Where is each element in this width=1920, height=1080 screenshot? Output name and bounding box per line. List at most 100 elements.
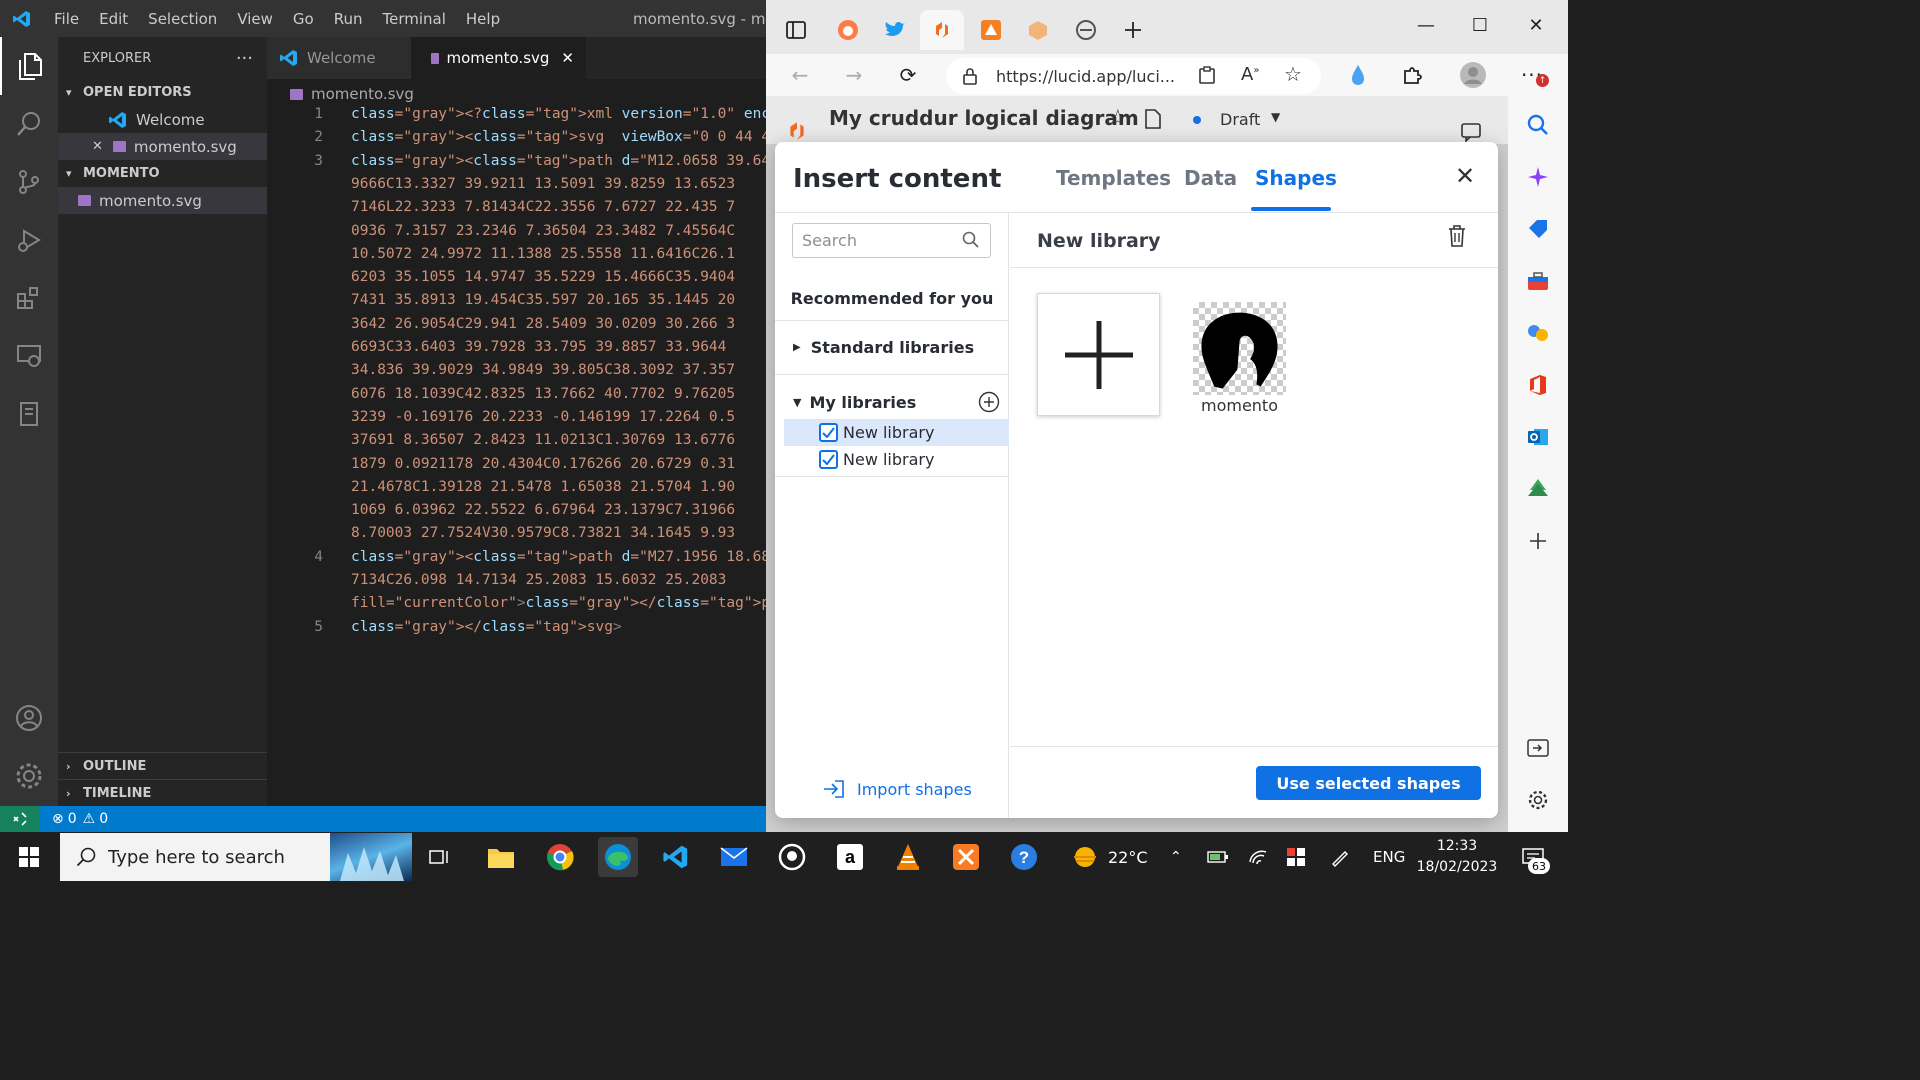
code-line[interactable]: 21.4678C1.39128 21.5478 1.65038 21.5704 … [267,479,735,502]
minimize-icon[interactable]: — [1406,12,1446,38]
code-line[interactable]: 1 class="gray"><?class="tag">xml version=… [267,106,766,129]
office-icon[interactable] [1508,365,1568,405]
vscode-taskbar-icon[interactable] [656,837,696,877]
outlook-icon[interactable] [1508,417,1568,457]
amazon-icon[interactable]: a [830,837,870,877]
extensions-icon[interactable] [0,269,58,327]
trash-icon[interactable] [1448,225,1466,251]
pen-icon[interactable] [1320,837,1360,877]
task-view-icon[interactable] [420,837,460,877]
shape-tile-momento[interactable] [1193,302,1286,395]
windows-start-icon[interactable] [0,832,58,882]
standard-libraries-row[interactable]: ▶ Standard libraries [775,321,1009,375]
back-icon[interactable]: ← [784,60,816,90]
add-favorite-icon[interactable]: ☆ [1284,62,1302,86]
taskbar-search-box[interactable]: Type here to search [60,833,412,881]
code-line[interactable]: 1879 0.0921178 20.4304C0.176266 20.6729 … [267,456,735,479]
help-icon[interactable]: ? [1004,837,1044,877]
maximize-icon[interactable]: ☐ [1460,12,1500,38]
show-hidden-icons[interactable]: ⌃ [1170,832,1182,882]
reddit-tab-icon[interactable] [826,10,870,50]
tag-icon[interactable] [1508,209,1568,249]
battery-icon[interactable] [1198,837,1238,877]
code-line[interactable]: 5 class="gray"></class="tag">svg> [267,619,621,642]
address-bar[interactable]: https://lucid.app/luci... A» ☆ [946,58,1321,94]
document-icon[interactable] [0,385,58,443]
chevron-down-icon[interactable]: ▼ [1271,110,1280,124]
menu-help[interactable]: Help [456,10,510,28]
remote-explorer-icon[interactable] [0,327,58,385]
vlc-icon[interactable] [888,837,928,877]
search-icon[interactable] [962,231,980,253]
menu-edit[interactable]: Edit [89,10,138,28]
remote-indicator-icon[interactable] [0,806,40,832]
code-line[interactable]: 8.70003 27.7524V30.9579C8.73821 34.1645 … [267,525,735,548]
document-title[interactable]: My cruddur logical diagram [829,106,1139,130]
sparkle-icon[interactable] [1508,157,1568,197]
notifications-icon[interactable]: 63 [1514,837,1554,877]
close-icon[interactable]: ✕ [1451,162,1479,190]
error-count[interactable]: 0 [68,811,77,827]
add-library-icon[interactable] [978,391,1000,417]
extensions-puzzle-icon[interactable] [1397,60,1429,90]
chrome-icon[interactable] [540,837,580,877]
code-line[interactable]: fill="currentColor">class="gray"></class… [267,595,766,618]
timeline-section[interactable]: › TIMELINE [58,779,267,806]
code-line[interactable]: 6203 35.1055 14.9747 35.5229 15.4666C35.… [267,269,735,292]
clipboard-icon[interactable] [1199,66,1215,88]
code-line[interactable]: 37691 8.36507 2.8423 11.0213C1.30769 13.… [267,432,735,455]
code-line[interactable]: 7146L22.3233 7.81434C22.3556 7.6727 22.4… [267,199,735,222]
edge-icon[interactable] [598,837,638,877]
new-tab-icon[interactable] [1111,10,1155,50]
games-icon[interactable] [1508,313,1568,353]
library-title[interactable]: New library [1037,230,1161,252]
more-actions-icon[interactable]: ··· [236,48,253,69]
open-editors-section[interactable]: ▾ OPEN EDITORS [58,79,267,106]
code-line[interactable]: 7134C26.098 14.7134 25.2083 15.6032 25.2… [267,572,726,595]
tab-momento-svg[interactable]: momento.svg ✕ [411,37,586,79]
menu-run[interactable]: Run [324,10,373,28]
settings-gear-icon[interactable] [1508,780,1568,820]
code-line[interactable]: 9666C13.3327 39.9211 13.5091 39.8259 13.… [267,176,735,199]
code-line[interactable]: 1069 6.03962 22.5522 6.67964 23.1379C7.3… [267,502,735,525]
github-icon[interactable] [772,837,812,877]
draft-status[interactable]: Draft [1220,110,1260,129]
code-line[interactable]: 34.836 39.9029 34.9849 39.805C38.3092 37… [267,362,735,385]
code-line[interactable]: 7431 35.8913 19.454C35.597 20.165 35.144… [267,292,735,315]
tab-data[interactable]: Data [1184,166,1237,190]
library-item[interactable]: New library [784,419,1009,446]
run-debug-icon[interactable] [0,211,58,269]
document-icon[interactable] [1144,108,1162,134]
close-icon[interactable]: ✕ [561,49,574,67]
menu-selection[interactable]: Selection [138,10,227,28]
use-selected-shapes-button[interactable]: Use selected shapes [1256,766,1481,800]
tab-actions-icon[interactable] [774,10,818,50]
menu-file[interactable]: File [44,10,89,28]
weather-widget[interactable]: 22°C [1070,832,1148,882]
box-tab-icon[interactable] [1016,10,1060,50]
sync-tab-icon[interactable] [1064,10,1108,50]
toolbox-icon[interactable] [1508,261,1568,301]
code-line[interactable]: 3 class="gray"><class="tag">path d="M12.0… [267,153,766,176]
code-line[interactable]: 3642 26.9054C29.941 28.5409 30.0209 30.2… [267,316,735,339]
close-icon[interactable]: ✕ [92,139,103,154]
code-line[interactable]: 4 class="gray"><class="tag">path d="M27.1… [267,549,766,572]
folder-section-momento[interactable]: ▾ MOMENTO [58,160,267,187]
clock[interactable]: 12:33 18/02/2023 [1407,836,1507,878]
menu-terminal[interactable]: Terminal [373,10,456,28]
code-line[interactable]: 3239 -0.169176 20.2233 -0.146199 17.2264… [267,409,735,432]
tree-icon[interactable] [1508,469,1568,509]
lucid-tab-icon[interactable] [920,10,964,50]
outline-section[interactable]: › OUTLINE [58,752,267,779]
refresh-icon[interactable]: ⟳ [892,60,924,90]
file-explorer-icon[interactable] [481,837,521,877]
code-line[interactable]: 10.5072 24.9972 11.1388 25.5558 11.6416C… [267,246,735,269]
search-icon[interactable] [1508,105,1568,145]
file-item-momento[interactable]: momento.svg [58,187,267,214]
close-window-icon[interactable]: ✕ [1516,12,1556,38]
code-editor[interactable]: 1 class="gray"><?class="tag">xml version=… [267,106,766,806]
menu-view[interactable]: View [227,10,283,28]
menu-go[interactable]: Go [283,10,324,28]
twitter-tab-icon[interactable] [873,10,917,50]
library-checkbox[interactable] [819,423,838,442]
